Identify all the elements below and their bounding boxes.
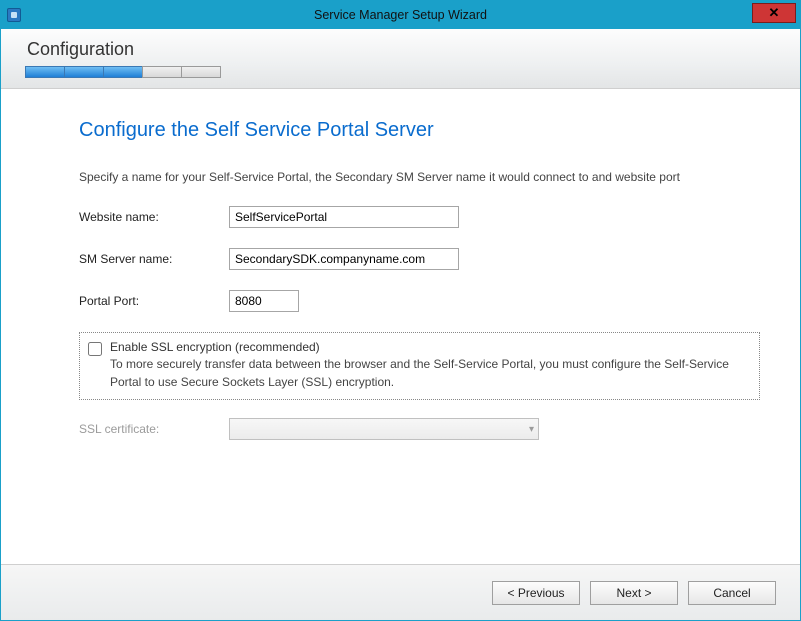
title-bar: Service Manager Setup Wizard ✕ bbox=[1, 1, 800, 29]
ssl-enable-checkbox[interactable] bbox=[88, 342, 102, 356]
progress-bar bbox=[25, 66, 800, 78]
website-name-row: Website name: bbox=[79, 206, 760, 228]
ssl-cert-row: SSL certificate: ▾ bbox=[79, 418, 760, 440]
ssl-cert-label: SSL certificate: bbox=[79, 422, 229, 436]
footer-bar: < Previous Next > Cancel bbox=[1, 564, 800, 620]
previous-button[interactable]: < Previous bbox=[492, 581, 580, 605]
section-title: Configuration bbox=[27, 39, 800, 60]
portal-port-row: Portal Port: bbox=[79, 290, 760, 312]
website-name-input[interactable] bbox=[229, 206, 459, 228]
sm-server-row: SM Server name: bbox=[79, 248, 760, 270]
wizard-window: Service Manager Setup Wizard ✕ Configura… bbox=[0, 0, 801, 621]
portal-port-label: Portal Port: bbox=[79, 294, 229, 308]
sm-server-input[interactable] bbox=[229, 248, 459, 270]
portal-port-input[interactable] bbox=[229, 290, 299, 312]
content-area: Configure the Self Service Portal Server… bbox=[1, 89, 800, 440]
cancel-button[interactable]: Cancel bbox=[688, 581, 776, 605]
progress-seg bbox=[25, 66, 65, 78]
progress-seg bbox=[64, 66, 104, 78]
ssl-line1: Enable SSL encryption (recommended) bbox=[110, 339, 751, 356]
sm-server-label: SM Server name: bbox=[79, 252, 229, 266]
progress-seg bbox=[181, 66, 221, 78]
chevron-down-icon: ▾ bbox=[529, 424, 534, 435]
header-band: Configuration bbox=[1, 29, 800, 89]
window-title: Service Manager Setup Wizard bbox=[1, 8, 800, 22]
page-heading: Configure the Self Service Portal Server bbox=[79, 119, 760, 142]
close-button[interactable]: ✕ bbox=[752, 3, 796, 23]
ssl-text: Enable SSL encryption (recommended) To m… bbox=[110, 339, 751, 391]
next-button[interactable]: Next > bbox=[590, 581, 678, 605]
progress-seg bbox=[103, 66, 143, 78]
ssl-cert-dropdown[interactable]: ▾ bbox=[229, 418, 539, 440]
website-name-label: Website name: bbox=[79, 210, 229, 224]
page-description: Specify a name for your Self-Service Por… bbox=[79, 170, 760, 184]
ssl-group: Enable SSL encryption (recommended) To m… bbox=[79, 332, 760, 400]
ssl-line2: To more securely transfer data between t… bbox=[110, 356, 751, 391]
app-icon bbox=[7, 8, 21, 22]
progress-seg bbox=[142, 66, 182, 78]
